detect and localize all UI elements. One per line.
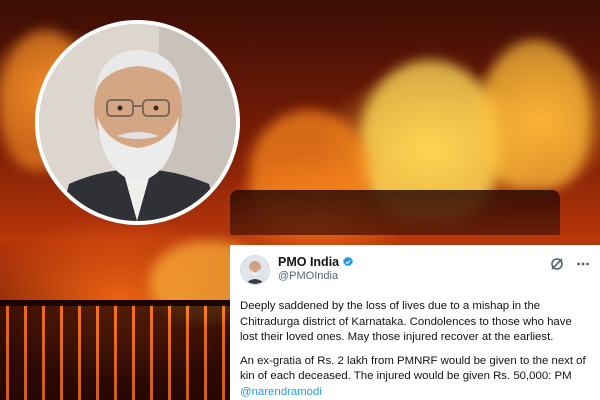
news-image: PMO India @PMOIndia Deeply saddened by t… bbox=[0, 0, 600, 400]
tweet-card: PMO India @PMOIndia Deeply saddened by t… bbox=[230, 245, 600, 400]
account-names: PMO India @PMOIndia bbox=[278, 255, 354, 282]
verified-badge-icon bbox=[343, 256, 353, 267]
burning-bus-roof bbox=[230, 190, 560, 235]
tweet-actions bbox=[550, 255, 590, 271]
fire-flame bbox=[480, 40, 590, 190]
tweet-header: PMO India @PMOIndia bbox=[240, 255, 590, 289]
avatar-icon bbox=[241, 256, 269, 284]
tweet-paragraph-2-text: An ex-gratia of Rs. 2 lakh from PMNRF wo… bbox=[240, 354, 586, 383]
tweet-text: Deeply saddened by the loss of lives due… bbox=[240, 299, 590, 400]
tweet-paragraph-2: An ex-gratia of Rs. 2 lakh from PMNRF wo… bbox=[240, 354, 590, 400]
tweet-paragraph-1: Deeply saddened by the loss of lives due… bbox=[240, 300, 572, 343]
portrait-illustration bbox=[39, 24, 236, 221]
bus-frame bbox=[0, 300, 260, 400]
display-name[interactable]: PMO India bbox=[278, 255, 339, 269]
portrait-photo bbox=[35, 20, 240, 225]
account-handle[interactable]: @PMOIndia bbox=[278, 270, 354, 282]
mention-link[interactable]: @narendramodi bbox=[240, 386, 322, 398]
grok-icon[interactable] bbox=[550, 257, 564, 271]
more-options-icon[interactable] bbox=[576, 257, 590, 271]
name-row: PMO India bbox=[278, 255, 354, 269]
account-avatar[interactable] bbox=[240, 255, 270, 285]
